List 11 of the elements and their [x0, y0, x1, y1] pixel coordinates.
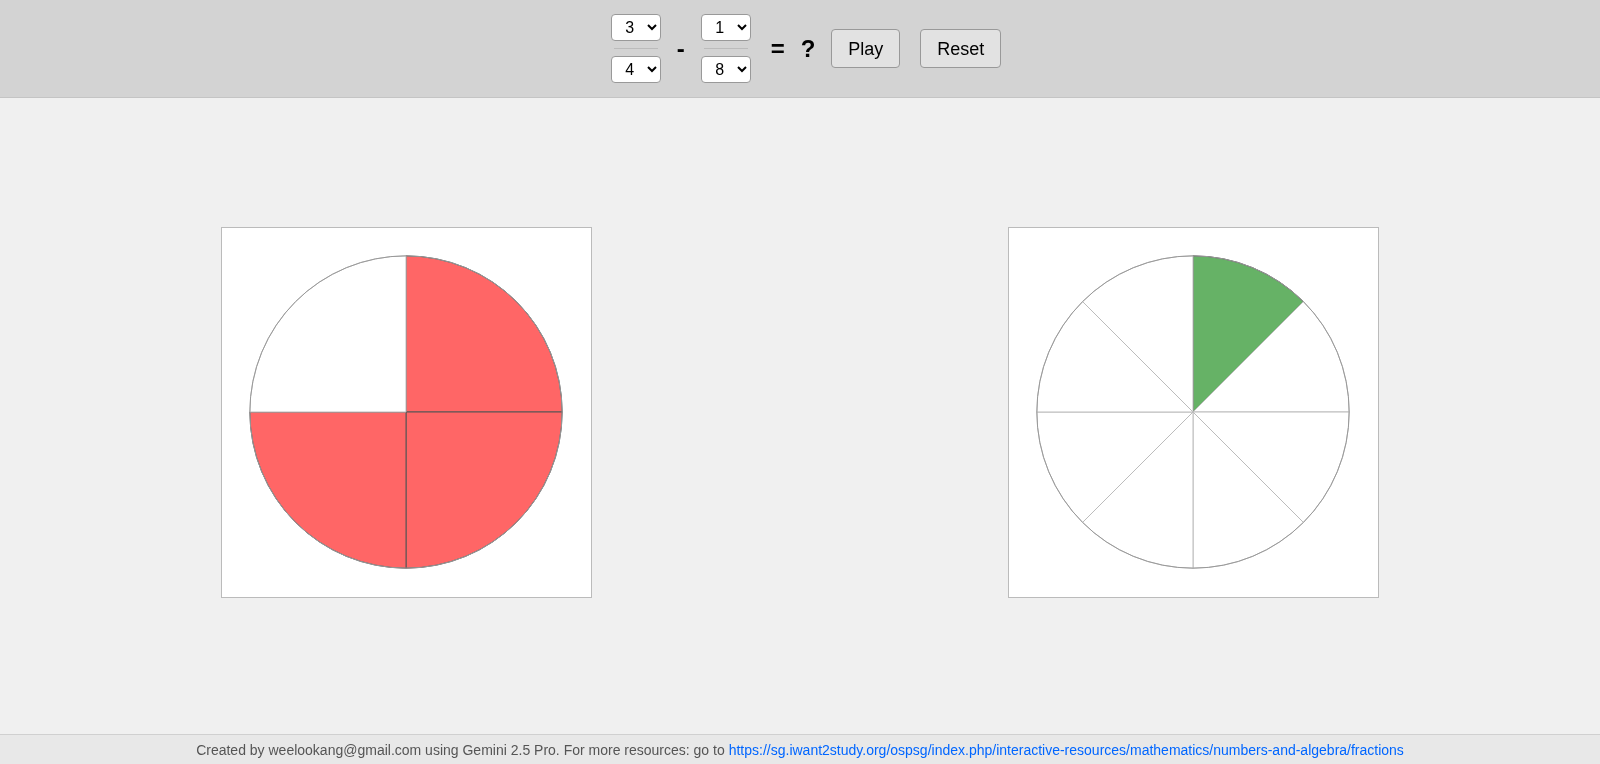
- play-button[interactable]: Play: [831, 29, 901, 68]
- numerator-select[interactable]: 3: [610, 14, 661, 41]
- unknown-result-symbol: ?: [800, 33, 816, 64]
- footer-text: Created by weelookang@gmail.com using Gemini 2.5 Pro. For more resources: go to: [196, 740, 725, 760]
- denominator-select[interactable]: 4: [610, 56, 661, 83]
- equals-sign: =: [770, 33, 785, 64]
- numerator-select[interactable]: 1: [700, 14, 751, 41]
- reset-button[interactable]: Reset: [920, 29, 1002, 68]
- resources-link[interactable]: https://sg.iwant2study.org/ospsg/index.php/interactive-resources/mathematics/numbers-and-algebra/fractions: [728, 739, 1404, 760]
- minus-sign: -: [676, 33, 685, 64]
- denominator-select[interactable]: 8: [700, 56, 751, 83]
